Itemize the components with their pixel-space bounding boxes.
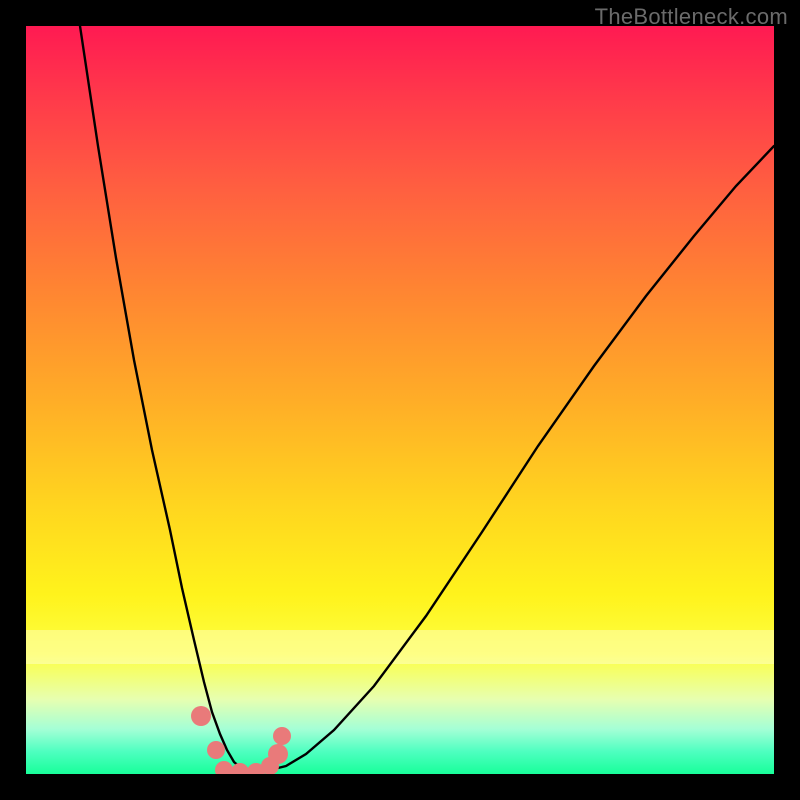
marker-min-2	[231, 763, 249, 774]
marker-right-3	[273, 727, 291, 745]
marker-right-2	[268, 744, 288, 764]
bottleneck-curve-svg	[26, 26, 774, 774]
marker-left	[191, 706, 211, 726]
bottleneck-curve	[80, 26, 774, 772]
marker-min-1	[215, 761, 233, 774]
marker-min-left	[207, 741, 225, 759]
plot-area	[26, 26, 774, 774]
